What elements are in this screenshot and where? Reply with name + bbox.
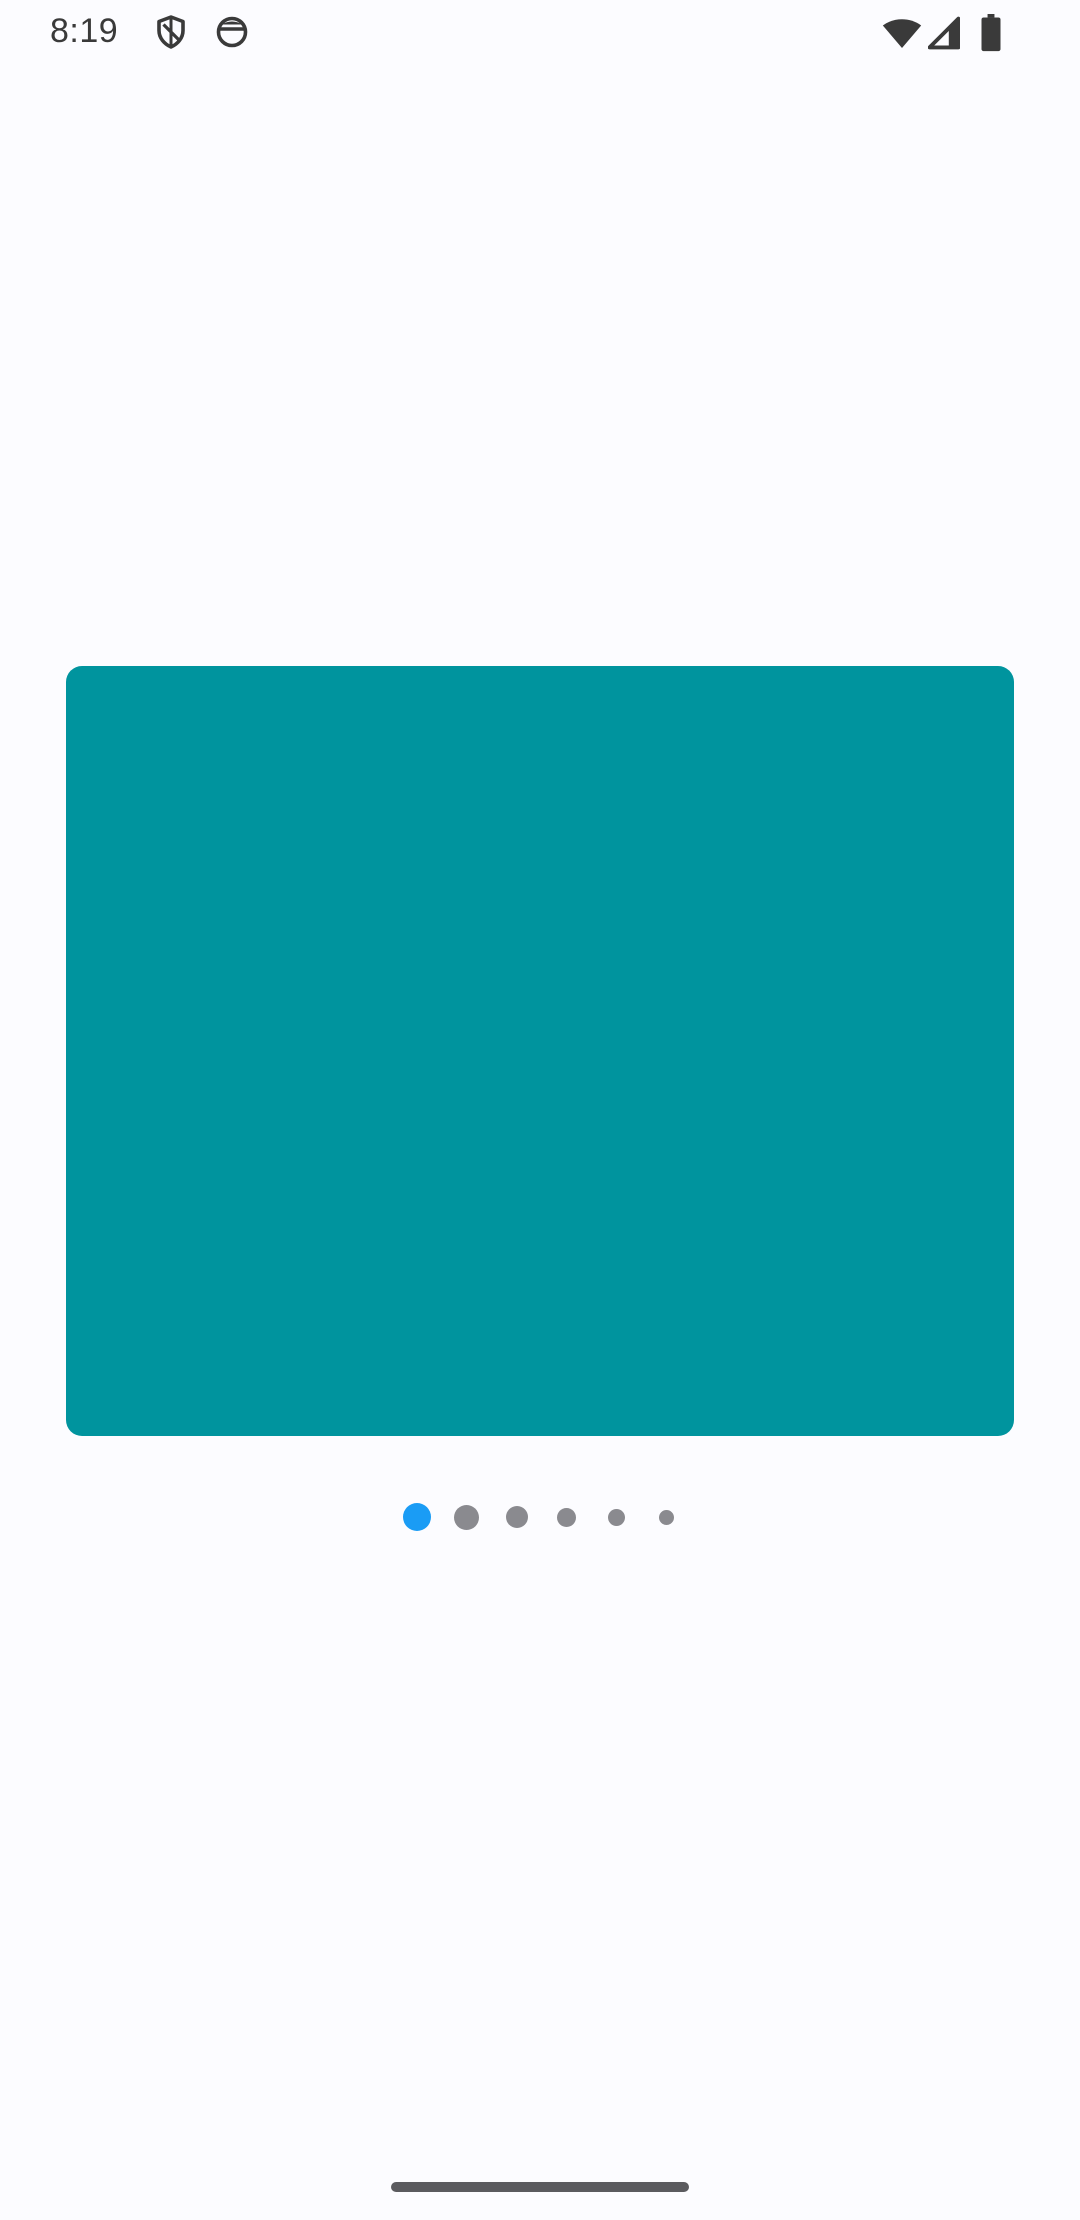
- status-bar: 8:19: [0, 0, 1080, 66]
- page-dot-5[interactable]: [608, 1509, 625, 1526]
- page-dot-3[interactable]: [506, 1506, 528, 1528]
- page-indicator: [0, 1500, 1080, 1540]
- page-dot-2[interactable]: [454, 1505, 479, 1530]
- carousel-slide[interactable]: [66, 666, 1014, 1436]
- app-screen: 8:19: [0, 0, 1080, 2220]
- droid-icon: [214, 14, 250, 50]
- battery-icon: [980, 14, 1002, 52]
- page-dot-1-active[interactable]: [403, 1503, 431, 1531]
- page-dot-4[interactable]: [557, 1508, 576, 1527]
- signal-icon: [928, 16, 960, 50]
- gesture-navigation-bar[interactable]: [391, 2182, 689, 2192]
- page-dot-6[interactable]: [659, 1510, 674, 1525]
- wifi-icon: [882, 16, 922, 50]
- shield-icon: [153, 14, 189, 50]
- status-time: 8:19: [50, 12, 119, 50]
